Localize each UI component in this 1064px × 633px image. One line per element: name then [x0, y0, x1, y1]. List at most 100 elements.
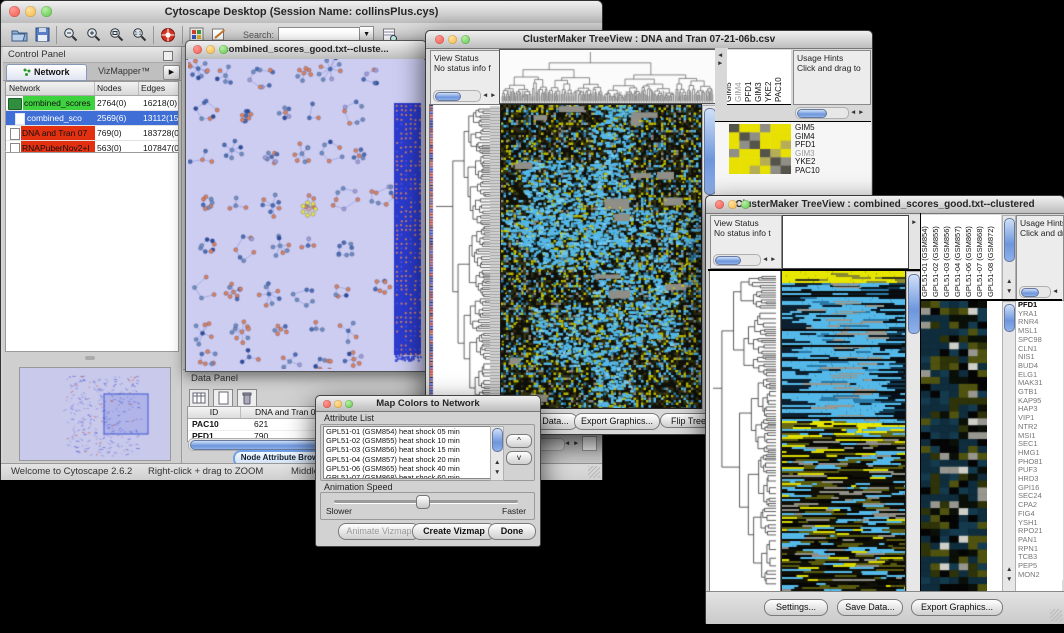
column-label[interactable]: GIM4 — [734, 82, 743, 102]
scroll-thumb[interactable] — [908, 274, 920, 334]
scroll-down-arrow[interactable]: ▼ — [494, 469, 500, 477]
column-labels-vscrollbar[interactable]: ▲ ▼ — [1002, 215, 1016, 301]
zoom-button[interactable] — [345, 400, 353, 408]
treeview2-titlebar[interactable]: ClusterMaker TreeView : combined_scores_… — [706, 196, 1064, 214]
scroll-right-arrow[interactable]: ► — [573, 440, 579, 448]
scroll-right-arrow[interactable]: ► — [770, 256, 776, 264]
tab-overflow-button[interactable]: ▶ — [163, 65, 180, 80]
attribute-item[interactable]: GPL51-07 (GSM868) heat shock 60 min — [324, 473, 490, 479]
scroll-down-arrow[interactable]: ▼ — [1006, 288, 1012, 296]
view-status-scrollbar[interactable] — [433, 90, 481, 102]
attribute-item[interactable]: GPL51-04 (GSM857) heat shock 20 min — [324, 455, 490, 464]
column-label[interactable]: GPL51-02 (GSM855) — [931, 226, 940, 297]
minimize-button[interactable] — [206, 45, 215, 54]
close-button[interactable] — [9, 6, 20, 17]
scroll-right-arrow[interactable]: ► — [858, 109, 864, 117]
zoom-heatmap-canvas[interactable] — [921, 301, 987, 591]
zoom-actual-icon[interactable]: 1:1 — [132, 27, 147, 42]
scroll-right-arrow[interactable]: ► — [717, 60, 723, 68]
usage-hints-scrollbar[interactable] — [1019, 286, 1051, 298]
hscroll-thumb[interactable] — [190, 440, 322, 450]
scroll-left-arrow[interactable]: ◄ — [762, 256, 768, 264]
column-label[interactable]: GPL51-08 (GSM872) — [986, 226, 995, 297]
column-label[interactable]: GIM5 — [727, 82, 733, 102]
scroll-right-arrow[interactable]: ► — [490, 92, 496, 100]
view-status-scrollbar[interactable] — [713, 254, 761, 266]
scroll-left-arrow[interactable]: ◄ — [1052, 288, 1058, 296]
heatmap-canvas[interactable] — [501, 105, 701, 408]
move-up-button[interactable]: ^ — [506, 434, 532, 448]
scroll-left-arrow[interactable]: ◄ — [482, 92, 488, 100]
open-icon[interactable] — [11, 27, 28, 42]
data-col-id[interactable]: ID — [188, 407, 241, 418]
zoom-fit-icon[interactable] — [109, 27, 124, 42]
scroll-down-arrow[interactable]: ▼ — [1006, 576, 1012, 584]
attribute-item[interactable]: GPL51-06 (GSM865) heat shock 40 min — [324, 464, 490, 473]
attribute-item[interactable]: GPL51-01 (GSM854) heat shock 05 min — [324, 427, 490, 436]
scroll-left-arrow[interactable]: ◄ — [717, 52, 723, 60]
column-label[interactable]: GIM3 — [754, 82, 763, 102]
network-table-header[interactable]: Network Nodes Edges — [6, 82, 178, 96]
minimize-button[interactable] — [25, 6, 36, 17]
close-button[interactable] — [193, 45, 202, 54]
zoom-in-icon[interactable] — [86, 27, 101, 42]
heatmap-vscrollbar[interactable] — [906, 271, 921, 593]
zoom-button[interactable] — [41, 6, 52, 17]
scroll-thumb[interactable] — [797, 109, 827, 118]
attribute-item[interactable]: GPL51-02 (GSM855) heat shock 10 min — [324, 436, 490, 445]
column-label[interactable]: GPL51-03 (GSM856) — [942, 226, 951, 297]
close-button[interactable] — [323, 400, 331, 408]
scroll-left-arrow[interactable]: ◄ — [564, 440, 570, 448]
zoom-matrix-canvas[interactable] — [729, 124, 791, 174]
move-down-button[interactable]: v — [506, 451, 532, 465]
slider-thumb[interactable] — [416, 495, 430, 509]
network-table-row[interactable]: DNA and Tran 07 769(0) 183728(0) — [6, 126, 178, 141]
network-overview-thumbnail[interactable] — [19, 367, 171, 461]
column-dendrogram-canvas[interactable] — [500, 50, 715, 103]
scroll-up-arrow[interactable]: ▲ — [1006, 278, 1012, 286]
zoom-button[interactable] — [219, 45, 228, 54]
resize-grip[interactable] — [588, 466, 600, 478]
column-label[interactable]: GPL51-06 (GSM865) — [964, 226, 973, 297]
column-label[interactable]: GPL51-07 (GSM868) — [975, 226, 984, 297]
delete-attribute-icon[interactable] — [237, 389, 257, 407]
gene-list-scrollbar[interactable]: ▲ ▼ — [1002, 301, 1016, 593]
scroll-left-arrow[interactable]: ◄ — [850, 109, 856, 117]
column-label[interactable]: YKE2 — [764, 82, 773, 102]
minimize-button[interactable] — [334, 400, 342, 408]
row-dendrogram-canvas[interactable] — [710, 271, 780, 591]
attribute-select-icon[interactable] — [189, 389, 209, 407]
close-button[interactable] — [715, 200, 724, 209]
network-view-canvas[interactable] — [188, 59, 424, 369]
attribute-item[interactable]: GPL51-03 (GSM856) heat shock 15 min — [324, 445, 490, 454]
scroll-up-arrow[interactable]: ▲ — [494, 459, 500, 467]
network-view-titlebar[interactable]: combined_scores_good.txt--cluste... — [186, 41, 426, 60]
tab-network[interactable]: Network — [6, 64, 87, 81]
treeview1-titlebar[interactable]: ClusterMaker TreeView : DNA and Tran 07-… — [426, 31, 872, 49]
scroll-thumb[interactable] — [715, 256, 741, 265]
new-attribute-icon[interactable] — [213, 389, 233, 407]
dialog-titlebar[interactable]: Map Colors to Network — [316, 396, 540, 412]
settings-button[interactable]: Settings... — [764, 599, 828, 616]
scroll-thumb[interactable] — [492, 428, 503, 452]
network-table-row[interactable]: combined_sco 2569(6) 13112(15) — [6, 111, 178, 126]
float-panel-icon[interactable] — [163, 51, 173, 61]
scroll-thumb[interactable] — [435, 92, 461, 101]
splitter-handle[interactable] — [85, 356, 95, 360]
column-label[interactable]: GPL51-04 (GSM857) — [953, 226, 962, 297]
minimize-button[interactable] — [448, 35, 457, 44]
create-vizmap-button[interactable]: Create Vizmap — [412, 523, 496, 540]
save-data-button[interactable]: Save Data... — [837, 599, 903, 616]
main-titlebar[interactable]: Cytoscape Desktop (Session Name: collins… — [1, 1, 602, 24]
row-label[interactable]: PAC10 — [795, 167, 869, 176]
animate-vizmap-button[interactable]: Animate Vizmap — [338, 523, 420, 540]
column-label[interactable]: PAC10 — [774, 77, 783, 102]
heatmap-canvas[interactable] — [782, 271, 905, 591]
zoom-out-icon[interactable] — [63, 27, 78, 42]
attribute-list-scrollbar[interactable]: ▲ ▼ — [490, 426, 504, 481]
tab-vizmapper[interactable]: VizMapper™ — [87, 64, 161, 79]
scroll-right-arrow[interactable]: ► — [911, 219, 917, 227]
column-label[interactable]: GPL51-01 (GSM854) — [921, 226, 929, 297]
zoom-button[interactable] — [741, 200, 750, 209]
usage-hints-scrollbar[interactable] — [795, 107, 849, 119]
